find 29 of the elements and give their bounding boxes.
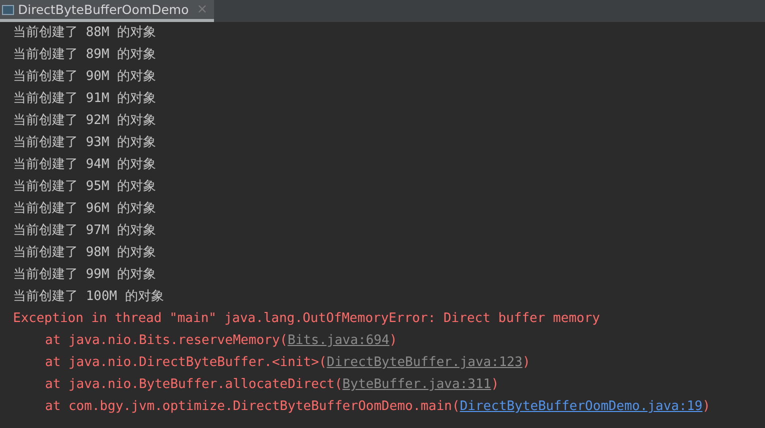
- editor-tab[interactable]: DirectByteBufferOomDemo ×: [0, 0, 214, 22]
- stack-frame-end: ): [389, 333, 398, 348]
- console-line: 当前创建了 91M 的对象: [13, 90, 158, 108]
- console-line: 当前创建了 92M 的对象: [13, 112, 158, 130]
- error-line: Exception in thread "main" java.lang.OutOfMemoryError: Direct buffer memory: [13, 310, 601, 328]
- console-line: 当前创建了 97M 的对象: [13, 222, 158, 240]
- console-line: 当前创建了 99M 的对象: [13, 266, 158, 284]
- stack-frame: at java.nio.Bits.reserveMemory(: [45, 333, 288, 348]
- stack-frame: at java.nio.ByteBuffer.allocateDirect(: [45, 377, 342, 392]
- console-line: 当前创建了 93M 的对象: [13, 134, 158, 152]
- console-line: 当前创建了 94M 的对象: [13, 156, 158, 174]
- stack-frame: at com.bgy.jvm.optimize.DirectByteBufferOomDemo.main(: [45, 399, 460, 414]
- console-line: 当前创建了 88M 的对象: [13, 24, 158, 42]
- source-link[interactable]: ByteBuffer.java:311: [342, 377, 492, 392]
- stack-frame-end: ): [702, 399, 710, 414]
- console-line: 当前创建了 89M 的对象: [13, 46, 158, 64]
- source-link[interactable]: Bits.java:694: [288, 333, 390, 348]
- console-line: 当前创建了 96M 的对象: [13, 200, 158, 218]
- stack-frame: at java.nio.DirectByteBuffer.<init>(: [45, 355, 327, 370]
- console-line: 当前创建了 98M 的对象: [13, 244, 158, 262]
- console-line: 当前创建了 90M 的对象: [13, 68, 158, 86]
- source-link[interactable]: DirectByteBufferOomDemo.java:19: [460, 399, 702, 414]
- source-link[interactable]: DirectByteBuffer.java:123: [326, 355, 522, 370]
- console-icon: [2, 4, 14, 16]
- stack-frame-end: ): [522, 355, 530, 370]
- console-line: 当前创建了 95M 的对象: [13, 178, 158, 196]
- stack-frame-end: ): [491, 377, 499, 392]
- console-line: 当前创建了 100M 的对象: [13, 288, 165, 306]
- tab-title: DirectByteBufferOomDemo: [18, 2, 189, 17]
